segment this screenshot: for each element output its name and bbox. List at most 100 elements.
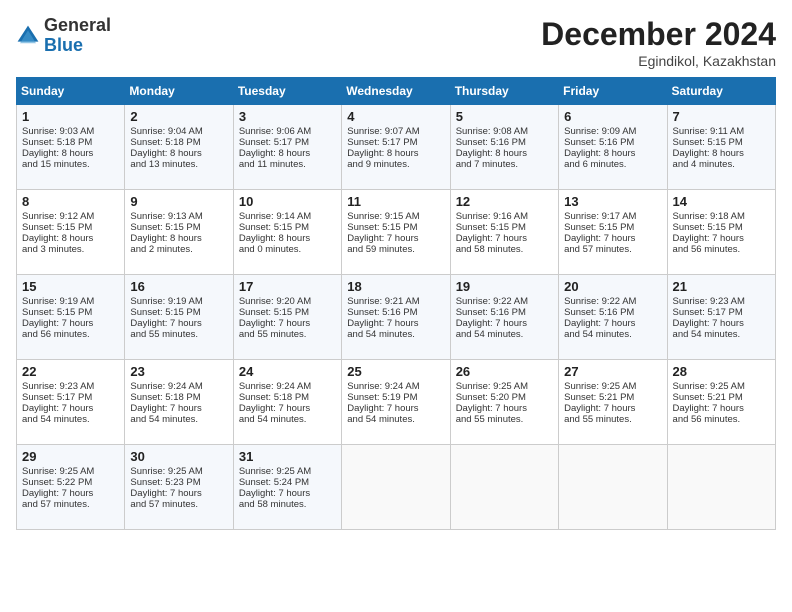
calendar-cell: 2Sunrise: 9:04 AMSunset: 5:18 PMDaylight… (125, 105, 233, 190)
day-number: 28 (673, 364, 770, 379)
day-info-line: Daylight: 7 hours (564, 233, 661, 244)
logo-text: General Blue (44, 16, 111, 56)
day-info-line: and 9 minutes. (347, 159, 444, 170)
day-info-line: Sunrise: 9:24 AM (239, 381, 336, 392)
day-info-line: Sunrise: 9:17 AM (564, 211, 661, 222)
day-info-line: Daylight: 7 hours (239, 403, 336, 414)
day-info-line: Sunrise: 9:22 AM (564, 296, 661, 307)
day-number: 11 (347, 194, 444, 209)
day-info-line: Sunset: 5:23 PM (130, 477, 227, 488)
day-number: 26 (456, 364, 553, 379)
day-info-line: and 55 minutes. (456, 414, 553, 425)
day-info-line: and 15 minutes. (22, 159, 119, 170)
day-info-line: Sunset: 5:15 PM (239, 307, 336, 318)
day-number: 21 (673, 279, 770, 294)
calendar-cell: 17Sunrise: 9:20 AMSunset: 5:15 PMDayligh… (233, 275, 341, 360)
calendar-cell: 15Sunrise: 9:19 AMSunset: 5:15 PMDayligh… (17, 275, 125, 360)
calendar-cell: 26Sunrise: 9:25 AMSunset: 5:20 PMDayligh… (450, 360, 558, 445)
day-info-line: Daylight: 7 hours (456, 318, 553, 329)
day-info-line: Sunrise: 9:20 AM (239, 296, 336, 307)
header-thursday: Thursday (450, 78, 558, 105)
header-wednesday: Wednesday (342, 78, 450, 105)
day-info-line: Sunset: 5:15 PM (239, 222, 336, 233)
day-info-line: and 0 minutes. (239, 244, 336, 255)
calendar-week-row: 22Sunrise: 9:23 AMSunset: 5:17 PMDayligh… (17, 360, 776, 445)
day-info-line: Sunrise: 9:21 AM (347, 296, 444, 307)
day-info-line: and 57 minutes. (130, 499, 227, 510)
day-info-line: and 54 minutes. (347, 414, 444, 425)
calendar-cell: 20Sunrise: 9:22 AMSunset: 5:16 PMDayligh… (559, 275, 667, 360)
day-info-line: and 57 minutes. (564, 244, 661, 255)
day-info-line: Sunset: 5:16 PM (456, 137, 553, 148)
day-info-line: and 57 minutes. (22, 499, 119, 510)
day-info-line: Daylight: 7 hours (456, 233, 553, 244)
day-info-line: Daylight: 7 hours (347, 403, 444, 414)
day-number: 13 (564, 194, 661, 209)
day-info-line: Sunset: 5:15 PM (130, 307, 227, 318)
day-number: 30 (130, 449, 227, 464)
day-info-line: Sunset: 5:20 PM (456, 392, 553, 403)
calendar-cell (559, 445, 667, 530)
day-number: 12 (456, 194, 553, 209)
day-info-line: Daylight: 7 hours (130, 403, 227, 414)
day-info-line: Sunrise: 9:03 AM (22, 126, 119, 137)
logo-general: General (44, 15, 111, 35)
day-info-line: Sunset: 5:16 PM (564, 307, 661, 318)
day-info-line: and 3 minutes. (22, 244, 119, 255)
day-info-line: Sunset: 5:17 PM (239, 137, 336, 148)
day-info-line: Sunset: 5:17 PM (673, 307, 770, 318)
day-info-line: and 58 minutes. (239, 499, 336, 510)
day-info-line: and 54 minutes. (564, 329, 661, 340)
day-info-line: Daylight: 8 hours (564, 148, 661, 159)
day-info-line: Sunset: 5:15 PM (673, 222, 770, 233)
day-info-line: Daylight: 7 hours (22, 403, 119, 414)
calendar-cell: 22Sunrise: 9:23 AMSunset: 5:17 PMDayligh… (17, 360, 125, 445)
day-info-line: and 55 minutes. (564, 414, 661, 425)
month-title: December 2024 (541, 16, 776, 53)
day-info-line: Sunset: 5:17 PM (347, 137, 444, 148)
day-info-line: Daylight: 7 hours (673, 233, 770, 244)
day-info-line: Daylight: 7 hours (130, 488, 227, 499)
day-info-line: Daylight: 7 hours (347, 318, 444, 329)
day-info-line: Daylight: 7 hours (347, 233, 444, 244)
day-info-line: Sunset: 5:16 PM (456, 307, 553, 318)
day-info-line: Daylight: 7 hours (22, 318, 119, 329)
day-info-line: Sunset: 5:21 PM (564, 392, 661, 403)
day-info-line: Daylight: 8 hours (239, 148, 336, 159)
day-number: 15 (22, 279, 119, 294)
day-info-line: Sunset: 5:16 PM (347, 307, 444, 318)
day-info-line: and 4 minutes. (673, 159, 770, 170)
calendar-cell: 13Sunrise: 9:17 AMSunset: 5:15 PMDayligh… (559, 190, 667, 275)
day-info-line: Sunset: 5:15 PM (22, 222, 119, 233)
calendar-cell: 6Sunrise: 9:09 AMSunset: 5:16 PMDaylight… (559, 105, 667, 190)
day-info-line: and 13 minutes. (130, 159, 227, 170)
day-info-line: Sunset: 5:17 PM (22, 392, 119, 403)
day-number: 16 (130, 279, 227, 294)
calendar-cell: 5Sunrise: 9:08 AMSunset: 5:16 PMDaylight… (450, 105, 558, 190)
day-info-line: and 56 minutes. (673, 414, 770, 425)
day-info-line: Daylight: 7 hours (456, 403, 553, 414)
day-number: 4 (347, 109, 444, 124)
day-info-line: Daylight: 8 hours (347, 148, 444, 159)
day-info-line: Sunrise: 9:25 AM (239, 466, 336, 477)
calendar-cell: 3Sunrise: 9:06 AMSunset: 5:17 PMDaylight… (233, 105, 341, 190)
day-info-line: and 54 minutes. (22, 414, 119, 425)
calendar-cell: 1Sunrise: 9:03 AMSunset: 5:18 PMDaylight… (17, 105, 125, 190)
day-info-line: and 59 minutes. (347, 244, 444, 255)
day-number: 19 (456, 279, 553, 294)
header-monday: Monday (125, 78, 233, 105)
day-info-line: Daylight: 8 hours (130, 233, 227, 244)
header-saturday: Saturday (667, 78, 775, 105)
day-info-line: Daylight: 8 hours (22, 233, 119, 244)
day-info-line: Sunset: 5:18 PM (239, 392, 336, 403)
day-info-line: Sunrise: 9:25 AM (22, 466, 119, 477)
day-info-line: Sunset: 5:24 PM (239, 477, 336, 488)
day-number: 17 (239, 279, 336, 294)
logo-icon (16, 24, 40, 48)
day-info-line: Sunrise: 9:04 AM (130, 126, 227, 137)
day-info-line: Sunset: 5:18 PM (22, 137, 119, 148)
calendar-cell: 24Sunrise: 9:24 AMSunset: 5:18 PMDayligh… (233, 360, 341, 445)
day-info-line: Sunset: 5:15 PM (456, 222, 553, 233)
day-info-line: Sunrise: 9:22 AM (456, 296, 553, 307)
day-info-line: Sunrise: 9:06 AM (239, 126, 336, 137)
